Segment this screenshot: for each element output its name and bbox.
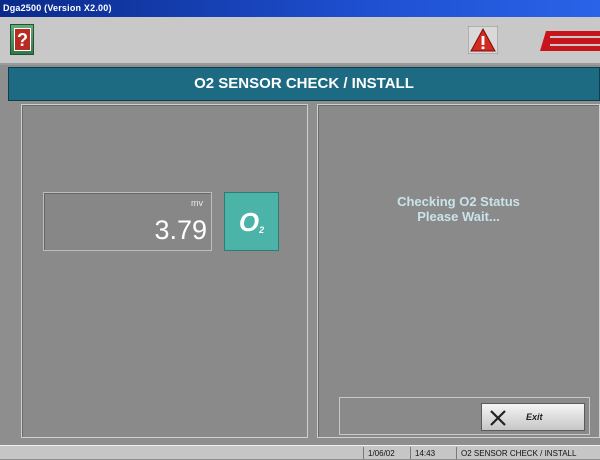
status-line-1: Checking O2 Status: [397, 194, 520, 209]
snap-on-logo: [540, 31, 600, 51]
exit-button[interactable]: Exit: [481, 403, 585, 431]
status-time: 14:43: [410, 447, 456, 459]
sensor-panel: [21, 104, 308, 438]
status-panel: [317, 104, 600, 438]
help-book-icon: ?: [14, 28, 31, 51]
close-x-icon: [490, 410, 506, 426]
status-line-2: Please Wait...: [417, 209, 500, 224]
o2-subscript: 2: [259, 225, 265, 235]
o2-letter: O: [238, 207, 260, 237]
mv-value: 3.79: [154, 215, 207, 245]
status-date: 1/06/02: [363, 447, 410, 459]
mv-unit-label: mv: [191, 198, 203, 208]
status-message: Checking O2 Status Please Wait...: [317, 194, 600, 224]
page-title: O2 SENSOR CHECK / INSTALL: [8, 67, 600, 101]
status-screen-name: O2 SENSOR CHECK / INSTALL: [456, 447, 600, 459]
status-bar: 1/06/02 14:43 O2 SENSOR CHECK / INSTALL: [0, 445, 600, 459]
warning-triangle-icon[interactable]: [468, 26, 498, 54]
mv-readout: mv 3.79: [43, 192, 212, 251]
o2-sensor-badge: O2: [224, 192, 279, 251]
help-button[interactable]: ?: [10, 24, 34, 55]
toolbar: ?: [0, 17, 600, 65]
window-title: Dga2500 (Version X2.00): [0, 0, 600, 17]
exit-label: Exit: [526, 412, 543, 422]
